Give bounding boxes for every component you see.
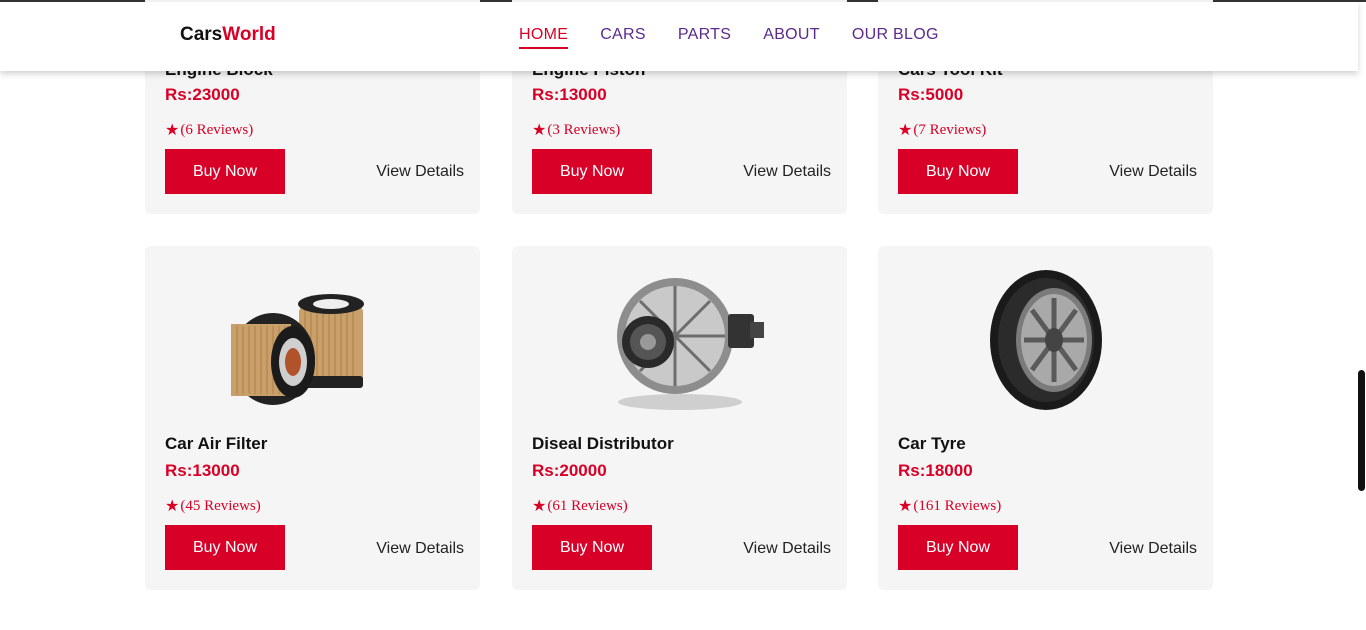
product-rating: ★ (161 Reviews) [898, 496, 1001, 516]
star-icon: ★ [532, 122, 547, 139]
scrollbar-thumb[interactable] [1358, 370, 1365, 491]
product-price: Rs:18000 [898, 461, 973, 480]
product-price: Rs:23000 [165, 85, 240, 104]
nav-our-blog[interactable]: OUR BLOG [852, 26, 939, 49]
nav-home[interactable]: HOME [519, 26, 569, 49]
view-details-link[interactable]: View Details [376, 540, 464, 558]
view-details-link[interactable]: View Details [1109, 163, 1197, 181]
review-count: (7 Reviews) [913, 121, 987, 138]
star-icon: ★ [165, 122, 180, 139]
view-details-link[interactable]: View Details [376, 163, 464, 181]
product-price: Rs:20000 [532, 461, 607, 480]
tyre-image [989, 270, 1102, 410]
product-name: Diseal Distributor [532, 434, 674, 453]
logo[interactable]: CarsWorld [180, 24, 276, 46]
review-count: (45 Reviews) [180, 497, 261, 514]
buy-now-button[interactable]: Buy Now [898, 149, 1018, 194]
star-icon: ★ [898, 122, 913, 139]
view-details-link[interactable]: View Details [743, 540, 831, 558]
product-rating: ★ (7 Reviews) [898, 120, 986, 140]
star-icon: ★ [532, 498, 547, 515]
review-count: (3 Reviews) [547, 121, 621, 138]
review-count: (61 Reviews) [547, 497, 628, 514]
product-rating: ★ (45 Reviews) [165, 496, 261, 516]
product-name: Car Tyre [898, 434, 966, 453]
buy-now-button[interactable]: Buy Now [165, 149, 285, 194]
nav-parts[interactable]: PARTS [678, 26, 731, 49]
product-name: Car Air Filter [165, 434, 268, 453]
view-details-link[interactable]: View Details [743, 163, 831, 181]
product-price: Rs:5000 [898, 85, 964, 104]
oil-filter-image [230, 294, 364, 405]
product-price: Rs:13000 [165, 461, 240, 480]
product-price: Rs:13000 [532, 85, 607, 104]
buy-now-button[interactable]: Buy Now [898, 525, 1018, 570]
view-details-link[interactable]: View Details [1109, 540, 1197, 558]
product-rating: ★ (6 Reviews) [165, 120, 253, 140]
buy-now-button[interactable]: Buy Now [165, 525, 285, 570]
logo-text: Cars [180, 24, 223, 45]
alternator-image [616, 278, 764, 410]
product-rating: ★ (61 Reviews) [532, 496, 628, 516]
logo-accent-text: World [222, 24, 276, 45]
product-rating: ★ (3 Reviews) [532, 120, 620, 140]
nav-cars[interactable]: CARS [600, 26, 646, 49]
review-count: (161 Reviews) [913, 497, 1002, 514]
navbar: CarsWorld HOME CARS PARTS ABOUT OUR BLOG [0, 2, 1358, 71]
product-card: Car Air Filter Rs:13000 ★ (45 Reviews) Bu… [145, 246, 480, 590]
buy-now-button[interactable]: Buy Now [532, 149, 652, 194]
buy-now-button[interactable]: Buy Now [532, 525, 652, 570]
nav-menu: HOME CARS PARTS ABOUT OUR BLOG [519, 26, 939, 49]
nav-about[interactable]: ABOUT [763, 26, 820, 49]
review-count: (6 Reviews) [180, 121, 254, 138]
star-icon: ★ [898, 498, 913, 515]
product-card: Car Tyre Rs:18000 ★ (161 Reviews) Buy Now… [878, 246, 1213, 590]
star-icon: ★ [165, 498, 180, 515]
product-card: Diseal Distributor Rs:20000 ★ (61 Reviews… [512, 246, 847, 590]
